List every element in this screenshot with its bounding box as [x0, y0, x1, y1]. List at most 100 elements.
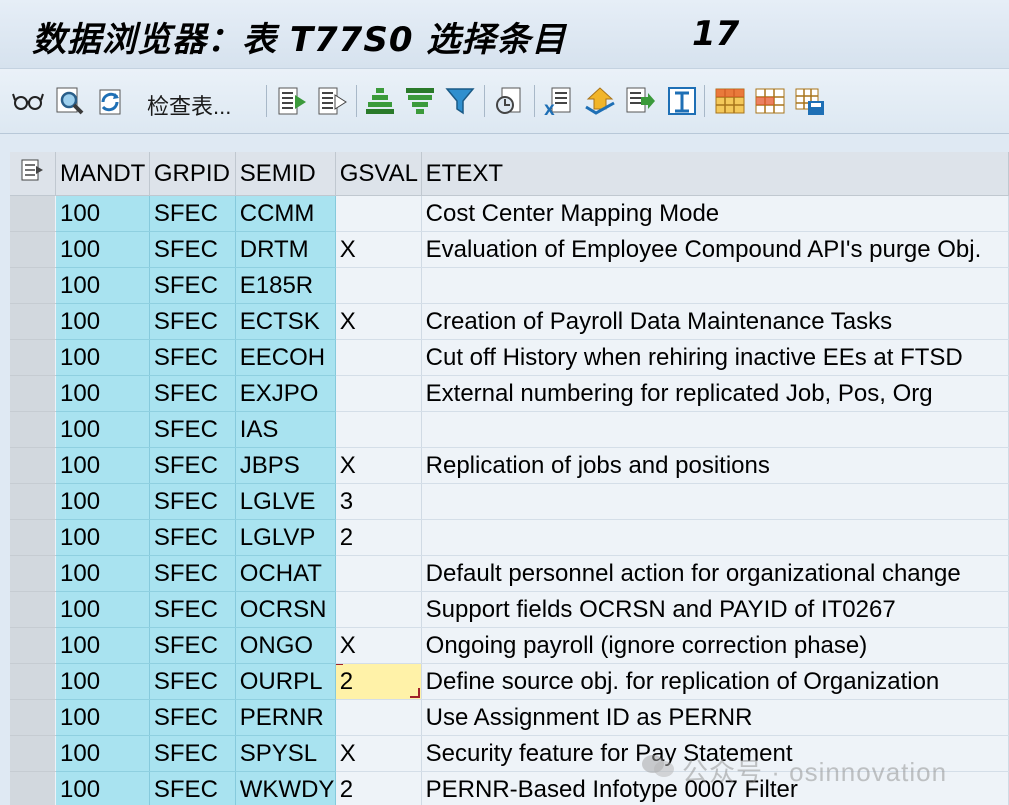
cell-gsval[interactable]: X [335, 735, 422, 772]
table-row[interactable]: 100 SFEC JBPS X Replication of jobs and posi… [10, 447, 1009, 484]
cell-etext[interactable]: Creation of Payroll Data Maintenance Tas… [421, 303, 1009, 340]
row-selector[interactable] [10, 591, 56, 628]
cell-semid[interactable]: EECOH [235, 339, 336, 376]
cell-semid[interactable]: ONGO [235, 627, 336, 664]
column-header-etext[interactable]: ETEXT [421, 152, 1009, 196]
cell-etext[interactable]: Evaluation of Employee Compound API's pu… [421, 231, 1009, 268]
print-icon[interactable] [666, 85, 698, 117]
cell-gsval[interactable] [335, 195, 422, 232]
total-icon[interactable] [494, 85, 526, 117]
row-selector[interactable] [10, 519, 56, 556]
row-selector[interactable] [10, 699, 56, 736]
current-cell-gsval[interactable]: 2 [335, 663, 422, 700]
cell-etext[interactable] [421, 519, 1009, 556]
cell-mandt[interactable]: 100 [55, 375, 150, 412]
cell-mandt[interactable]: 100 [55, 555, 150, 592]
cell-semid[interactable]: OCRSN [235, 591, 336, 628]
row-selector[interactable] [10, 339, 56, 376]
cell-gsval[interactable] [335, 411, 422, 448]
cell-semid[interactable]: WKWDY [235, 771, 336, 805]
cell-grpid[interactable]: SFEC [149, 663, 236, 700]
send-icon[interactable] [584, 85, 616, 117]
print-preview-icon[interactable] [624, 85, 656, 117]
row-selector[interactable] [10, 375, 56, 412]
cell-grpid[interactable]: SFEC [149, 555, 236, 592]
table-row[interactable]: 100 SFEC ECTSK X Creation of Payroll Data Ma… [10, 303, 1009, 340]
cell-gsval[interactable] [335, 699, 422, 736]
row-selector[interactable] [10, 735, 56, 772]
cell-grpid[interactable]: SFEC [149, 699, 236, 736]
save-layout-icon[interactable] [794, 85, 826, 117]
cell-mandt[interactable]: 100 [55, 483, 150, 520]
cell-grpid[interactable]: SFEC [149, 771, 236, 805]
cell-gsval[interactable]: X [335, 627, 422, 664]
table-row[interactable]: 100 SFEC EECOH Cut off History when rehirin… [10, 339, 1009, 376]
cell-gsval[interactable] [335, 375, 422, 412]
cell-semid[interactable]: OURPL [235, 663, 336, 700]
cell-grpid[interactable]: SFEC [149, 231, 236, 268]
table-row[interactable]: 100 SFEC PERNR Use Assignment ID as PERNR [10, 699, 1009, 736]
table-row[interactable]: 100 SFEC OCRSN Support fields OCRSN and PAY… [10, 591, 1009, 628]
cell-etext[interactable] [421, 411, 1009, 448]
cell-semid[interactable]: SPYSL [235, 735, 336, 772]
cell-semid[interactable]: OCHAT [235, 555, 336, 592]
row-selector[interactable] [10, 195, 56, 232]
cell-grpid[interactable]: SFEC [149, 411, 236, 448]
row-selector[interactable] [10, 447, 56, 484]
cell-mandt[interactable]: 100 [55, 771, 150, 805]
cell-etext[interactable]: Use Assignment ID as PERNR [421, 699, 1009, 736]
cell-gsval[interactable] [335, 339, 422, 376]
table-row[interactable]: 100 SFEC E185R [10, 267, 1009, 304]
row-selector[interactable] [10, 267, 56, 304]
refresh-icon[interactable] [94, 85, 126, 117]
column-header-gsval[interactable]: GSVAL [335, 152, 422, 196]
cell-etext[interactable] [421, 267, 1009, 304]
cell-mandt[interactable]: 100 [55, 699, 150, 736]
cell-mandt[interactable]: 100 [55, 195, 150, 232]
cell-mandt[interactable]: 100 [55, 735, 150, 772]
cell-semid[interactable]: LGLVP [235, 519, 336, 556]
filter-icon[interactable] [444, 85, 476, 117]
sort-ascending-icon[interactable] [364, 85, 396, 117]
cell-mandt[interactable]: 100 [55, 447, 150, 484]
row-selector[interactable] [10, 231, 56, 268]
row-selector[interactable] [10, 663, 56, 700]
cell-gsval[interactable] [335, 267, 422, 304]
export-icon[interactable]: X [542, 85, 574, 117]
table-row[interactable]: 100 SFEC EXJPO External numbering for repli… [10, 375, 1009, 412]
table-row[interactable]: 100 SFEC DRTM X Evaluation of Employee Compo… [10, 231, 1009, 268]
table-row[interactable]: 100 SFEC IAS [10, 411, 1009, 448]
cell-grpid[interactable]: SFEC [149, 591, 236, 628]
cell-grpid[interactable]: SFEC [149, 339, 236, 376]
row-selector[interactable] [10, 771, 56, 805]
row-selector[interactable] [10, 483, 56, 520]
cell-etext[interactable]: Ongoing payroll (ignore correction phase… [421, 627, 1009, 664]
table-row[interactable]: 100 SFEC ONGO X Ongoing payroll (ignore corr… [10, 627, 1009, 664]
cell-grpid[interactable]: SFEC [149, 627, 236, 664]
check-table-button[interactable]: 检查表... [147, 89, 231, 121]
row-selector[interactable] [10, 627, 56, 664]
cell-mandt[interactable]: 100 [55, 231, 150, 268]
cell-etext[interactable]: Cost Center Mapping Mode [421, 195, 1009, 232]
cell-mandt[interactable]: 100 [55, 627, 150, 664]
cell-etext[interactable]: Default personnel action for organizatio… [421, 555, 1009, 592]
choose-icon[interactable] [316, 85, 348, 117]
column-header-semid[interactable]: SEMID [235, 152, 336, 196]
cell-semid[interactable]: E185R [235, 267, 336, 304]
cell-grpid[interactable]: SFEC [149, 195, 236, 232]
cell-semid[interactable]: JBPS [235, 447, 336, 484]
row-selector[interactable] [10, 411, 56, 448]
cell-grpid[interactable]: SFEC [149, 447, 236, 484]
cell-semid[interactable]: DRTM [235, 231, 336, 268]
cell-gsval[interactable] [335, 555, 422, 592]
table-row[interactable]: 100 SFEC OURPL 2 Define source obj. for repl… [10, 663, 1009, 700]
cell-etext[interactable]: Define source obj. for replication of Or… [421, 663, 1009, 700]
cell-grpid[interactable]: SFEC [149, 519, 236, 556]
layout-icon[interactable] [714, 85, 746, 117]
cell-semid[interactable]: LGLVE [235, 483, 336, 520]
cell-mandt[interactable]: 100 [55, 267, 150, 304]
cell-grpid[interactable]: SFEC [149, 483, 236, 520]
glasses-icon[interactable] [12, 85, 44, 117]
row-selector[interactable] [10, 303, 56, 340]
cell-semid[interactable]: EXJPO [235, 375, 336, 412]
